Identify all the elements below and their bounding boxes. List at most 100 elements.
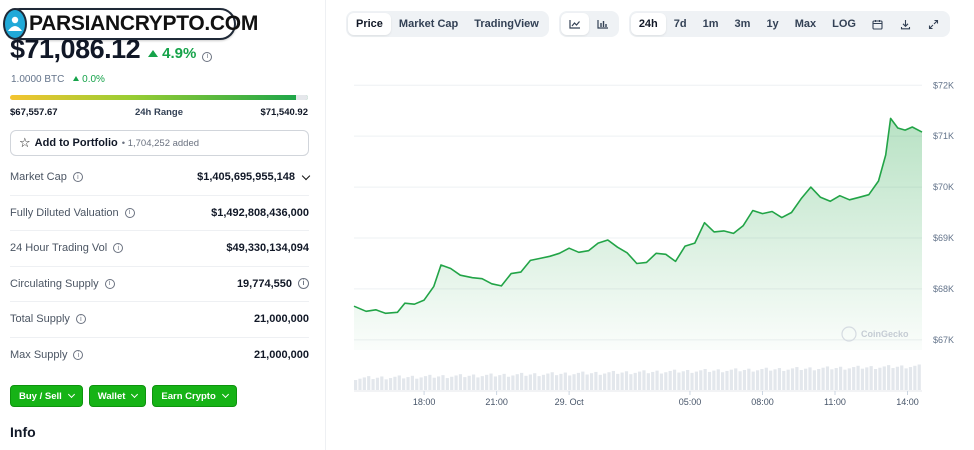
volume-bar [428,374,432,390]
volume-bar [406,377,410,390]
info-icon[interactable]: i [104,278,115,289]
volume-bar [751,371,755,390]
stat-label-text: Fully Diluted Valuation [10,206,119,219]
calendar-icon[interactable] [864,13,892,35]
stat-value[interactable]: $1,405,695,955,148 [197,171,311,183]
volume-bar [707,371,712,390]
x-tick-label: 21:00 [485,397,508,407]
volume-bar [533,373,537,390]
range-7d[interactable]: 7d [666,13,695,35]
y-tick-label: $67K [933,335,954,345]
x-tick-label: 08:00 [751,397,774,407]
info-icon[interactable]: i [202,51,213,62]
coin-overview-panel: $71,086.12 4.9% i 1.0000 BTC 0.0% $67,55… [0,0,326,450]
volume-bar [611,370,615,390]
volume-bar [817,369,821,390]
info-icon[interactable]: i [113,243,124,254]
range-log[interactable]: LOG [824,13,864,35]
volume-bar [432,377,436,390]
volume-bar [423,376,428,390]
stat-label: 24 Hour Trading Vol i [10,242,124,254]
volume-bar [559,373,563,390]
btc-change-value: 0.0% [82,74,105,85]
x-tick-label: 05:00 [679,397,702,407]
volume-bar [681,371,685,390]
range-1y[interactable]: 1y [758,13,786,35]
stat-row-fdv: Fully Diluted Valuation i $1,492,808,436,… [10,196,309,231]
volume-bar [594,371,598,390]
volume-bar [384,379,388,390]
stat-row-total-supply: Total Supply i 21,000,000 [10,302,309,338]
volume-bar [690,372,694,390]
volume-bar [843,369,847,390]
x-tick-label: 14:00 [896,397,919,407]
volume-bar [498,375,502,390]
tab-tradingview[interactable]: TradingView [466,13,547,35]
info-icon[interactable]: i [298,278,309,290]
y-tick-label: $70K [933,182,954,192]
volume-bar [913,365,917,390]
stat-label-text: Total Supply [10,313,70,326]
volume-bar [450,376,454,390]
range-label: 24h Range [134,107,184,118]
buy-sell-button[interactable]: Buy / Sell [10,385,83,407]
volume-bar [760,369,764,390]
range-max[interactable]: Max [787,13,824,35]
price-change-value: 4.9% [162,45,197,62]
download-icon[interactable] [892,13,920,35]
volume-bar [393,376,397,390]
stat-label-text: Market Cap [10,171,67,184]
volume-bar [437,376,441,390]
volume-bar [742,369,747,390]
volume-bar [581,371,585,390]
earn-crypto-button[interactable]: Earn Crypto [152,385,237,407]
volume-bar [638,371,642,390]
volume-bar [769,370,773,390]
chevron-down-icon[interactable] [301,171,311,180]
buy-sell-label: Buy / Sell [19,390,62,402]
price-area [354,118,922,351]
volume-bar [454,375,458,390]
add-to-portfolio-button[interactable]: ☆ Add to Portfolio • 1,704,252 added [10,130,309,156]
volume-bar [808,367,812,390]
range-bar-remainder [296,95,308,100]
expand-icon[interactable] [920,13,948,35]
info-icon[interactable]: i [72,172,83,183]
info-icon[interactable]: i [124,207,135,218]
range-low: $67,557.67 [10,107,58,118]
volume-bar [834,368,838,390]
price-chart[interactable]: $67K $68K $69K $70K $71K $72K CoinGecko 18:00 21… [346,60,974,450]
action-buttons: Buy / Sell Wallet Earn Crypto [10,385,237,407]
stat-row-volume: 24 Hour Trading Vol i $49,330,134,094 [10,231,309,267]
volume-bar [804,368,808,390]
volume-bar [764,367,768,390]
portfolio-added-count: • 1,704,252 added [121,137,200,149]
info-icon[interactable]: i [73,350,84,361]
volume-bar [694,371,698,390]
star-icon: ☆ [19,135,31,150]
x-tick-label: 29. Oct [555,397,585,407]
view-switcher: Price Market Cap TradingView [346,11,549,37]
volume-bar [852,367,856,390]
tab-price[interactable]: Price [348,13,391,35]
stat-row-market-cap: Market Cap i $1,405,695,955,148 [10,160,311,196]
range-24h[interactable]: 24h [630,13,666,35]
range-1m[interactable]: 1m [695,13,727,35]
chevron-down-icon [221,390,229,399]
bitcoin-person-icon [8,16,22,31]
bar-chart-icon[interactable] [589,13,617,35]
volume-bar [672,369,677,390]
btc-value: 1.0000 BTC [11,74,65,85]
stat-label: Total Supply i [10,313,86,325]
stats-table: Market Cap i $1,405,695,955,148 Fully Dil… [10,160,311,373]
tab-market-cap[interactable]: Market Cap [391,13,466,35]
info-icon[interactable]: i [75,314,86,325]
stat-label-text: Max Supply [10,349,68,362]
line-chart-icon[interactable] [560,13,589,35]
wallet-button[interactable]: Wallet [88,385,147,407]
volume-bar [904,368,908,390]
x-tick-label: 18:00 [413,397,436,407]
volume-bar [585,374,589,390]
volume-bar [825,366,830,390]
range-3m[interactable]: 3m [727,13,759,35]
